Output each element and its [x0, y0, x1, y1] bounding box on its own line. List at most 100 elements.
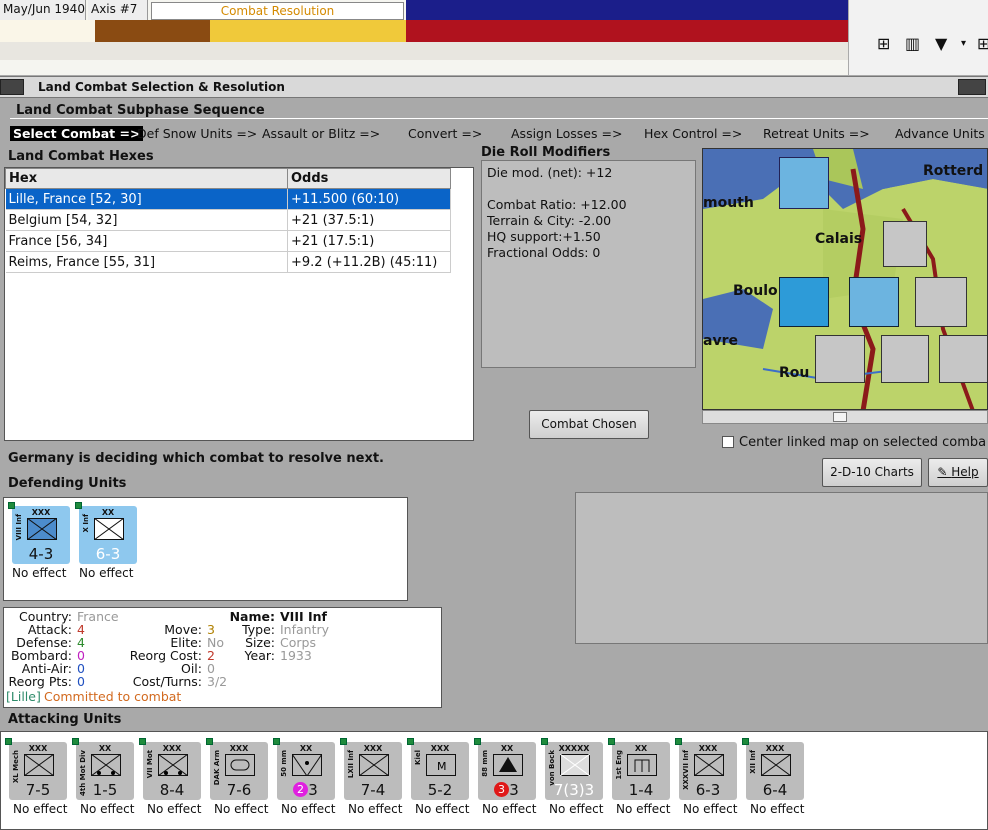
map-scrollbar[interactable] [702, 410, 988, 424]
attacking-unit[interactable]: XXX XL Mech 7-5 [5, 738, 67, 800]
col-odds[interactable]: Odds [287, 168, 451, 189]
center-map-checkbox[interactable] [722, 436, 734, 448]
unit-strength: 3 [308, 781, 318, 799]
map-counter-air[interactable] [881, 335, 929, 383]
attacking-unit[interactable]: XXX DAK Arm 7-6 [206, 738, 268, 800]
unit-strength: 7-5 [25, 781, 51, 799]
window-title-bar[interactable]: Land Combat Selection & Resolution [0, 76, 988, 98]
hex-cell[interactable]: Reims, France [55, 31] [5, 251, 288, 273]
attacking-unit[interactable]: XX 88 mm 3 3 [474, 738, 536, 800]
filter-icon[interactable]: ▼ [935, 34, 947, 53]
unit-strength: 1-5 [92, 781, 118, 799]
unit-name: 88 mm [481, 750, 489, 777]
unit-name: 1st Eng [615, 750, 623, 780]
info-costturns: 3/2 [207, 674, 228, 689]
seq-step-convert[interactable]: Convert => [408, 126, 482, 141]
seq-step-assign-losses[interactable]: Assign Losses => [511, 126, 622, 141]
map-counter[interactable] [915, 277, 967, 327]
defending-unit[interactable]: XX X Inf 6-3 [75, 502, 137, 564]
help-button[interactable]: ✎ Help [928, 458, 988, 487]
unit-name: XL Mech [12, 750, 20, 784]
map-label-rouen: Rou [779, 365, 810, 381]
unit-effect: No effect [348, 802, 403, 816]
svg-text:M: M [437, 760, 447, 773]
add-icon[interactable]: ⊞ [877, 34, 890, 53]
seq-step-advance[interactable]: Advance Units [895, 126, 985, 141]
flag-band-gray [0, 42, 848, 60]
drm-hq: HQ support:+1.50 [487, 229, 601, 244]
table-row[interactable]: France [56, 34] +21 (17.5:1) [5, 230, 451, 252]
info-reorg: 0 [77, 674, 85, 689]
table-row[interactable]: Lille, France [52, 30] +11.500 (60:10) [5, 188, 451, 210]
map-counter-air[interactable] [779, 157, 829, 209]
odds-cell[interactable]: +21 (17.5:1) [287, 230, 451, 252]
map-counter[interactable] [939, 335, 987, 383]
attacking-unit[interactable]: XXX Kiel M 5-2 [407, 738, 469, 800]
odds-cell[interactable]: +21 (37.5:1) [287, 209, 451, 231]
attacking-unit[interactable]: XX 4th Mot Div 1-5 [72, 738, 134, 800]
seq-step-retreat[interactable]: Retreat Units => [763, 126, 870, 141]
seq-step-select-combat[interactable]: Select Combat => [10, 126, 144, 141]
odds-cell[interactable]: +9.2 (+11.2B) (45:11) [287, 251, 451, 273]
attacking-unit[interactable]: XXX XII Inf 6-4 [742, 738, 804, 800]
center-map-label: Center linked map on selected comba [739, 435, 987, 450]
info-label: Reorg Pts: [8, 674, 72, 689]
hexes-header: Land Combat Hexes [8, 149, 154, 164]
unit-name: LXII Inf [347, 750, 355, 779]
chart-icon[interactable]: ▥ [905, 34, 920, 53]
window-menu-icon[interactable] [0, 79, 24, 95]
hex-cell[interactable]: France [56, 34] [5, 230, 288, 252]
infantry-icon [94, 518, 124, 540]
attacking-unit[interactable]: XXXXX von Bock 7(3)3 [541, 738, 603, 800]
attacking-unit[interactable]: XXX VII Mot 8-4 [139, 738, 201, 800]
map-counter[interactable] [779, 277, 829, 327]
more-icon[interactable]: ⊞ [977, 34, 988, 53]
combat-chosen-button[interactable]: Combat Chosen [529, 410, 649, 439]
table-row[interactable]: Reims, France [55, 31] +9.2 (+11.2B) (45… [5, 251, 451, 273]
map-counter-target[interactable] [849, 277, 899, 327]
unit-strength: 7(3)3 [553, 781, 595, 799]
linked-map[interactable]: Rotterd Calais Boulo mouth avre Rou [702, 148, 988, 410]
unit-type-icon [91, 754, 121, 776]
unit-effect: No effect [12, 566, 67, 580]
unit-strength: 4-3 [28, 545, 54, 563]
result-panel [575, 492, 988, 644]
charts-button[interactable]: 2-D-10 Charts [822, 458, 922, 487]
map-scroll-thumb[interactable] [833, 412, 847, 422]
flag-band-blue [406, 0, 848, 20]
unit-info-panel: Country: France Attack: 4 Defense: 4 Bom… [3, 607, 442, 708]
side-toolbar: ⊞ ▥ ▼ ▾ ⊞ [848, 0, 988, 75]
unit-type-icon [761, 754, 791, 776]
map-counter[interactable] [883, 221, 927, 267]
attacking-unit[interactable]: XX 1st Eng 1-4 [608, 738, 670, 800]
map-label-boulogne: Boulo [733, 283, 778, 299]
drm-header: Die Roll Modifiers [481, 145, 611, 160]
attacking-unit[interactable]: XXX XXXVII Inf 6-3 [675, 738, 737, 800]
seq-step-assault[interactable]: Assault or Blitz => [262, 126, 380, 141]
close-icon[interactable] [958, 79, 986, 95]
help-icon: ✎ [937, 465, 952, 479]
phase-field: Combat Resolution [151, 2, 404, 20]
unit-type-icon [24, 754, 54, 776]
odds-cell[interactable]: +11.500 (60:10) [287, 188, 451, 210]
seq-step-def-snow[interactable]: Def Snow Units => [137, 126, 257, 141]
flag-band-red [406, 20, 848, 42]
chevron-down-icon[interactable]: ▾ [961, 38, 966, 49]
attacking-unit[interactable]: XX 50 mm 2 3 [273, 738, 335, 800]
attacking-unit[interactable]: XXX LXII Inf 7-4 [340, 738, 402, 800]
col-hex[interactable]: Hex [5, 168, 288, 189]
info-location: [Lille] [6, 689, 41, 704]
seq-step-hex-control[interactable]: Hex Control => [644, 126, 742, 141]
map-counter[interactable] [815, 335, 865, 383]
turn-label: Axis #7 [88, 0, 148, 20]
hex-cell[interactable]: Belgium [54, 32] [5, 209, 288, 231]
defending-header: Defending Units [8, 476, 127, 491]
hex-cell[interactable]: Lille, France [52, 30] [5, 188, 288, 210]
defending-unit[interactable]: XXX VIII Inf 4-3 [8, 502, 70, 564]
drm-terrain: Terrain & City: -2.00 [487, 213, 612, 228]
defending-panel: XXX VIII Inf 4-3 No effect XX X Inf 6-3 … [3, 497, 408, 601]
map-label-rotterdam: Rotterd [923, 163, 984, 179]
unit-strength: 6-4 [762, 781, 788, 799]
unit-effect: No effect [147, 802, 202, 816]
table-row[interactable]: Belgium [54, 32] +21 (37.5:1) [5, 209, 451, 231]
